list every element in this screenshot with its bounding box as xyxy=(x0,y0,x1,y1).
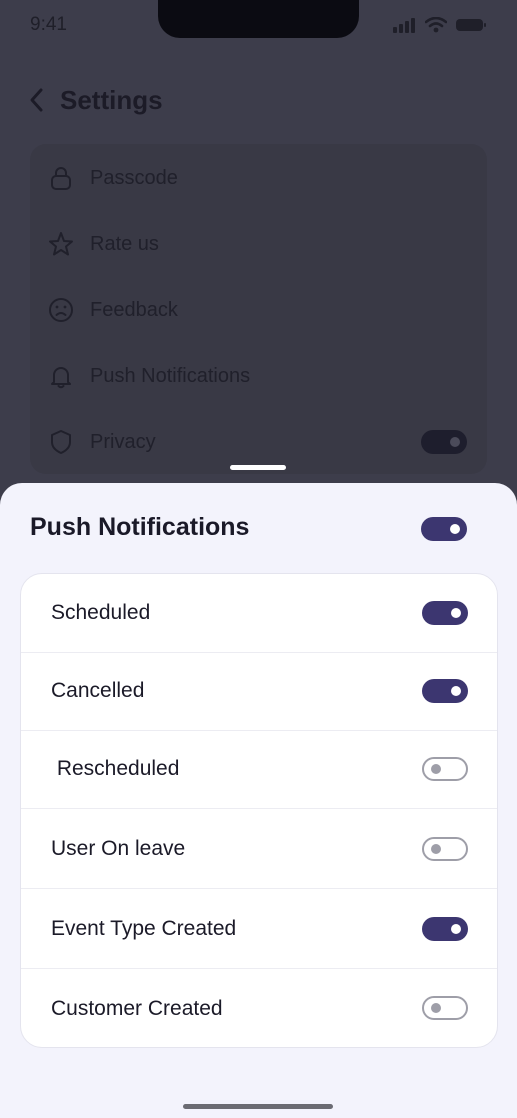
settings-item-passcode[interactable]: Passcode xyxy=(48,158,178,198)
signal-icon xyxy=(393,18,415,33)
list-item-user-on-leave: User On leave xyxy=(21,810,497,889)
home-indicator xyxy=(183,1104,333,1109)
notification-types-list: Scheduled Cancelled Rescheduled User On … xyxy=(20,573,498,1048)
settings-item-label: Privacy xyxy=(90,430,156,453)
settings-item-push-notifications[interactable]: Push Notifications xyxy=(48,356,250,396)
toggle-knob xyxy=(451,686,461,696)
status-icons xyxy=(393,17,487,33)
master-push-toggle[interactable] xyxy=(421,517,467,541)
list-item-label: Customer Created xyxy=(51,996,223,1020)
settings-item-label: Rate us xyxy=(90,232,159,255)
list-item-rescheduled: Rescheduled xyxy=(21,730,497,809)
toggle-knob xyxy=(451,608,461,618)
list-item-event-type-created: Event Type Created xyxy=(21,890,497,969)
shield-icon xyxy=(51,430,71,454)
list-item-label: User On leave xyxy=(51,837,186,860)
sheet-grabber[interactable] xyxy=(230,465,286,470)
settings-item-feedback[interactable]: Feedback xyxy=(48,290,178,330)
settings-item-label: Feedback xyxy=(90,298,178,321)
settings-item-privacy[interactable]: Privacy xyxy=(48,422,156,462)
nav-header: Settings xyxy=(28,80,163,120)
list-item-scheduled: Scheduled xyxy=(21,574,497,653)
battery-icon xyxy=(456,19,486,31)
list-item-label: Rescheduled xyxy=(51,757,180,780)
sheet-title: Push Notifications xyxy=(30,513,250,541)
settings-list: Passcode Rate us Feedback Push Notificat… xyxy=(30,144,487,474)
settings-item-rate-us[interactable]: Rate us xyxy=(48,224,159,264)
status-time: 9:41 xyxy=(30,14,67,35)
cancelled-toggle[interactable] xyxy=(422,679,468,703)
device-notch xyxy=(158,0,359,38)
toggle-knob xyxy=(431,844,441,854)
push-notifications-sheet: Push Notifications Scheduled Cancelled R… xyxy=(0,483,517,1118)
settings-item-label: Passcode xyxy=(90,166,178,189)
rescheduled-toggle[interactable] xyxy=(422,757,468,781)
list-item-label: Event Type Created xyxy=(51,917,237,940)
scheduled-toggle[interactable] xyxy=(422,601,468,625)
lock-icon xyxy=(51,167,71,190)
event-type-created-toggle[interactable] xyxy=(422,917,468,941)
sad-face-icon xyxy=(49,298,73,322)
list-item-label: Cancelled xyxy=(51,679,145,702)
privacy-toggle[interactable] xyxy=(421,430,467,454)
toggle-knob xyxy=(431,1003,441,1013)
user-on-leave-toggle[interactable] xyxy=(422,837,468,861)
page-title: Settings xyxy=(60,84,163,115)
toggle-knob xyxy=(431,764,441,774)
list-item-customer-created: Customer Created xyxy=(21,969,497,1048)
toggle-knob xyxy=(450,524,460,534)
settings-item-label: Push Notifications xyxy=(90,364,251,387)
star-icon xyxy=(49,232,73,256)
status-bar: 9:41 xyxy=(0,0,517,50)
list-item-label: Scheduled xyxy=(51,601,151,624)
bell-icon xyxy=(51,367,71,389)
back-chevron-icon[interactable] xyxy=(28,86,46,114)
customer-created-toggle[interactable] xyxy=(422,996,468,1020)
toggle-knob xyxy=(451,924,461,934)
wifi-icon xyxy=(425,17,447,33)
list-item-cancelled: Cancelled xyxy=(21,652,497,731)
